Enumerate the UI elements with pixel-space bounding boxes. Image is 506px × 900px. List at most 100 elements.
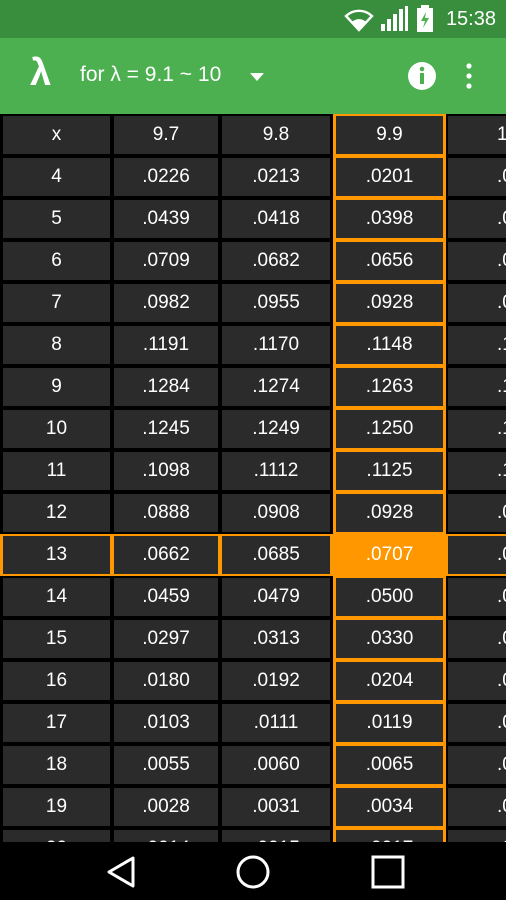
probability-cell[interactable]: .1098 (114, 452, 218, 490)
x-value-cell[interactable]: 11 (3, 452, 110, 490)
home-icon[interactable] (235, 854, 271, 895)
probability-cell[interactable]: .1170 (222, 326, 330, 364)
probability-cell[interactable]: .0028 (114, 788, 218, 826)
probability-cell[interactable]: .0189 (448, 158, 506, 196)
header-lambda-cell[interactable]: 9.8 (222, 116, 330, 154)
probability-cell[interactable]: .0888 (114, 494, 218, 532)
probability-cell[interactable]: .0347 (448, 620, 506, 658)
probability-cell[interactable]: .0015 (222, 830, 330, 842)
probability-cell[interactable]: .0982 (114, 284, 218, 322)
probability-cell[interactable]: .0037 (448, 788, 506, 826)
probability-cell[interactable]: .1251 (448, 410, 506, 448)
probability-cell[interactable]: .0034 (336, 788, 443, 826)
probability-cell[interactable]: .0709 (114, 242, 218, 280)
probability-cell[interactable]: .0631 (448, 242, 506, 280)
probability-cell[interactable]: .1251 (448, 368, 506, 406)
probability-cell[interactable]: .1250 (336, 410, 443, 448)
probability-cell[interactable]: .0418 (222, 200, 330, 238)
poisson-table[interactable]: x9.79.89.9104.0226.0213.0201.01895.0439.… (0, 114, 506, 842)
x-value-cell[interactable]: 10 (3, 410, 110, 448)
probability-cell[interactable]: .0204 (336, 662, 443, 700)
probability-cell[interactable]: .1137 (448, 452, 506, 490)
probability-cell[interactable]: .0201 (336, 158, 443, 196)
probability-cell[interactable]: .0031 (222, 788, 330, 826)
probability-cell[interactable]: .0729 (448, 536, 506, 574)
probability-cell[interactable]: .1274 (222, 368, 330, 406)
x-value-cell[interactable]: 20 (3, 830, 110, 842)
probability-cell[interactable]: .0662 (114, 536, 218, 574)
probability-cell[interactable]: .0500 (336, 578, 443, 616)
probability-cell[interactable]: .0192 (222, 662, 330, 700)
selected-probability-cell[interactable]: .0707 (336, 536, 443, 574)
probability-cell[interactable]: .0119 (336, 704, 443, 742)
probability-cell[interactable]: .0685 (222, 536, 330, 574)
probability-cell[interactable]: .0908 (222, 494, 330, 532)
x-value-cell[interactable]: 7 (3, 284, 110, 322)
probability-cell[interactable]: .0656 (336, 242, 443, 280)
x-value-cell[interactable]: 9 (3, 368, 110, 406)
probability-cell[interactable]: .0948 (448, 494, 506, 532)
probability-cell[interactable]: .0928 (336, 494, 443, 532)
x-value-cell[interactable]: 16 (3, 662, 110, 700)
probability-cell[interactable]: .1148 (336, 326, 443, 364)
probability-cell[interactable]: .0055 (114, 746, 218, 784)
probability-cell[interactable]: .0479 (222, 578, 330, 616)
x-value-cell[interactable]: 14 (3, 578, 110, 616)
probability-cell[interactable]: .0459 (114, 578, 218, 616)
probability-cell[interactable]: .1249 (222, 410, 330, 448)
x-value-cell[interactable]: 12 (3, 494, 110, 532)
probability-cell[interactable]: .1245 (114, 410, 218, 448)
probability-cell[interactable]: .0398 (336, 200, 443, 238)
probability-cell[interactable]: .0180 (114, 662, 218, 700)
probability-cell[interactable]: .0017 (336, 830, 443, 842)
x-value-cell[interactable]: 8 (3, 326, 110, 364)
probability-cell[interactable]: .0928 (336, 284, 443, 322)
probability-cell[interactable]: .0014 (114, 830, 218, 842)
info-icon[interactable] (407, 61, 437, 96)
probability-cell[interactable]: .0103 (114, 704, 218, 742)
x-value-cell[interactable]: 18 (3, 746, 110, 784)
probability-cell[interactable]: .0682 (222, 242, 330, 280)
dropdown-arrow-icon[interactable] (250, 70, 264, 88)
probability-cell[interactable]: .0378 (448, 200, 506, 238)
probability-cell[interactable]: .0439 (114, 200, 218, 238)
probability-cell[interactable]: .0060 (222, 746, 330, 784)
lambda-range-selector[interactable]: for λ = 9.1 ~ 10 (80, 63, 221, 87)
x-value-cell[interactable]: 19 (3, 788, 110, 826)
navigation-bar (0, 842, 506, 900)
probability-cell[interactable]: .0521 (448, 578, 506, 616)
probability-cell[interactable]: .0955 (222, 284, 330, 322)
probability-cell[interactable]: .1191 (114, 326, 218, 364)
probability-cell[interactable]: .0128 (448, 704, 506, 742)
probability-cell[interactable]: .1125 (336, 452, 443, 490)
probability-cell[interactable]: .1263 (336, 368, 443, 406)
back-icon[interactable] (103, 854, 139, 895)
x-value-cell[interactable]: 4 (3, 158, 110, 196)
x-value-cell[interactable]: 6 (3, 242, 110, 280)
header-lambda-cell[interactable]: 10 (448, 116, 506, 154)
header-x-cell[interactable]: x (3, 116, 110, 154)
wifi-icon (344, 8, 374, 37)
probability-cell[interactable]: .0226 (114, 158, 218, 196)
probability-cell[interactable]: .0111 (222, 704, 330, 742)
probability-cell[interactable]: .0071 (448, 746, 506, 784)
probability-cell[interactable]: .1284 (114, 368, 218, 406)
probability-cell[interactable]: .0019 (448, 830, 506, 842)
overflow-menu-icon[interactable] (464, 61, 474, 96)
x-value-cell[interactable]: 15 (3, 620, 110, 658)
recents-icon[interactable] (370, 854, 406, 895)
probability-cell[interactable]: .0065 (336, 746, 443, 784)
x-value-cell[interactable]: 13 (3, 536, 110, 574)
probability-cell[interactable]: .0213 (222, 158, 330, 196)
probability-cell[interactable]: .0297 (114, 620, 218, 658)
probability-cell[interactable]: .0313 (222, 620, 330, 658)
probability-cell[interactable]: .0901 (448, 284, 506, 322)
probability-cell[interactable]: .1112 (222, 452, 330, 490)
x-value-cell[interactable]: 5 (3, 200, 110, 238)
probability-cell[interactable]: .1126 (448, 326, 506, 364)
header-lambda-cell[interactable]: 9.7 (114, 116, 218, 154)
probability-cell[interactable]: .0330 (336, 620, 443, 658)
x-value-cell[interactable]: 17 (3, 704, 110, 742)
probability-cell[interactable]: .0217 (448, 662, 506, 700)
header-lambda-cell[interactable]: 9.9 (336, 116, 443, 154)
